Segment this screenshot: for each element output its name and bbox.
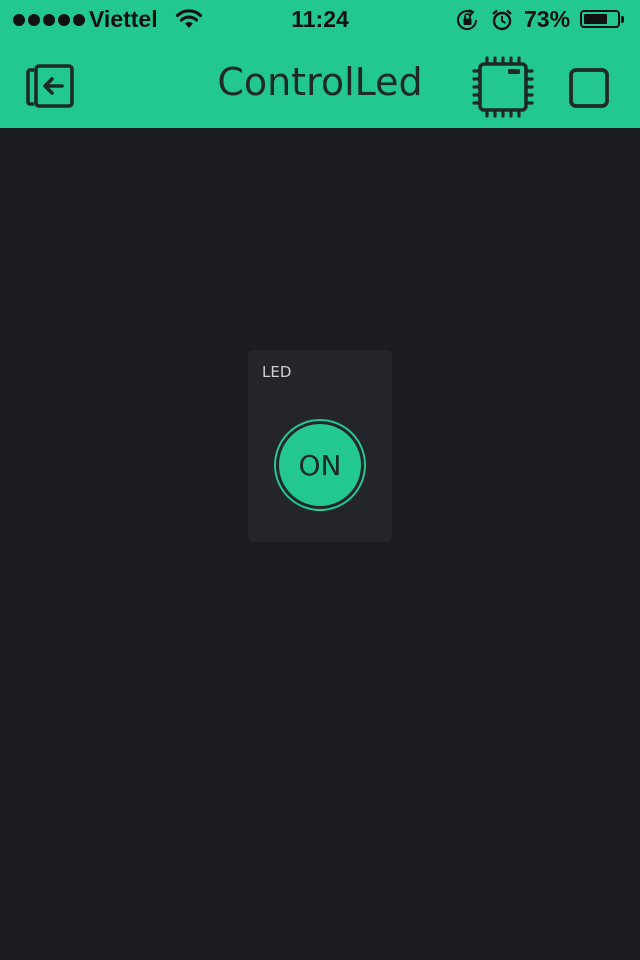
led-toggle-button[interactable]: ON (274, 419, 366, 511)
battery-percentage: 73% (524, 6, 571, 32)
header: Viettel 11:24 73% ControlLed (0, 0, 640, 128)
battery-icon (580, 10, 624, 28)
stop-button[interactable] (569, 68, 609, 108)
alarm-icon (492, 9, 512, 31)
led-button-label: ON (298, 448, 342, 482)
stop-icon (569, 68, 609, 108)
app-bar: ControlLed (0, 40, 640, 128)
widget-label: LED (262, 363, 292, 381)
status-bar: Viettel 11:24 73% (0, 0, 640, 40)
hardware-device-icon (472, 56, 534, 118)
project-title: ControlLed (217, 60, 423, 104)
rotation-lock-icon (457, 9, 478, 31)
button-widget: LED ON (248, 350, 392, 542)
device-settings-button[interactable] (472, 56, 534, 118)
